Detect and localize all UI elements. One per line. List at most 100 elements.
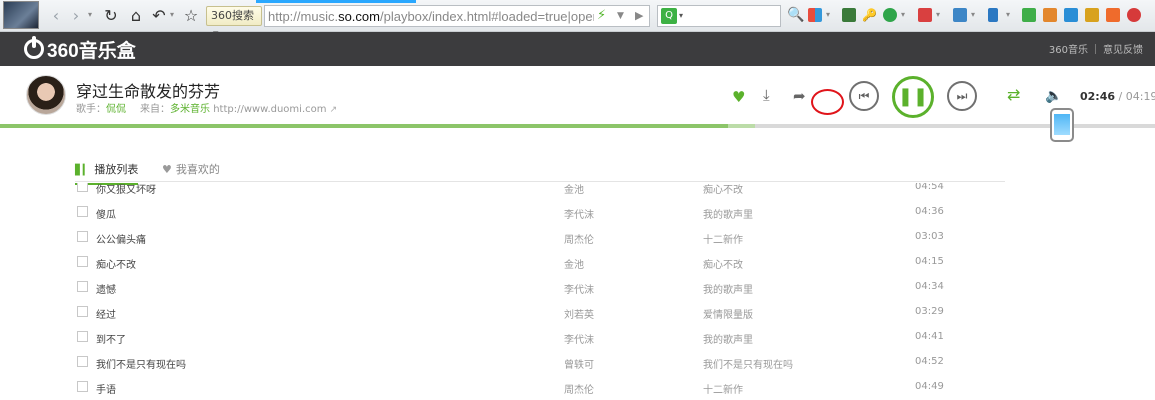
apps-icon[interactable]: [808, 8, 822, 22]
calculator-icon[interactable]: [842, 8, 856, 22]
share-icon[interactable]: ➦: [793, 88, 806, 104]
progress-bar[interactable]: [0, 124, 1155, 128]
link-360-music[interactable]: 360音乐: [1049, 41, 1088, 56]
song-name[interactable]: 公公偏头痛: [96, 231, 146, 246]
song-artist[interactable]: 李代沫: [564, 281, 594, 296]
undo-dropdown-icon[interactable]: ▾: [170, 10, 174, 19]
chevron-down-icon[interactable]: ▾: [679, 11, 683, 20]
row-checkbox[interactable]: [77, 231, 88, 242]
song-artist[interactable]: 金池: [564, 256, 584, 271]
row-checkbox[interactable]: [77, 206, 88, 217]
song-name[interactable]: 遗憾: [96, 281, 116, 296]
link-feedback[interactable]: 意见反馈: [1103, 41, 1143, 56]
song-artist[interactable]: 李代沫: [564, 206, 594, 221]
key-icon[interactable]: 🔑: [862, 6, 877, 24]
source-url[interactable]: http://www.duomi.com: [213, 104, 326, 115]
screenshot-icon[interactable]: [918, 8, 932, 22]
song-name[interactable]: 到不了: [96, 331, 126, 346]
song-album[interactable]: 痴心不改: [703, 256, 743, 271]
song-name[interactable]: 痴心不改: [96, 256, 136, 271]
search-engine-selector[interactable]: 360搜索▼: [206, 6, 262, 38]
undo-icon[interactable]: ↶: [150, 6, 168, 26]
mobile-icon[interactable]: [988, 8, 998, 22]
tab-playlist[interactable]: ▋▎ 播放列表: [75, 162, 139, 185]
song-album[interactable]: 我的歌声里: [703, 331, 753, 346]
external-link-icon[interactable]: ↗: [330, 105, 338, 115]
song-artist[interactable]: 周杰伦: [564, 231, 594, 246]
speed-mode-icon[interactable]: ⚡: [597, 8, 606, 23]
home-icon[interactable]: ⌂: [127, 6, 145, 26]
table-row[interactable]: 痴心不改 金池 痴心不改 04:15: [75, 250, 1005, 275]
row-checkbox[interactable]: [77, 331, 88, 342]
song-artist[interactable]: 李代沫: [564, 331, 594, 346]
song-name[interactable]: 手语: [96, 381, 116, 396]
song-name[interactable]: 我们不是只有现在吗: [96, 356, 186, 371]
table-row[interactable]: 经过 刘若英 爱情限量版 03:29: [75, 300, 1005, 325]
next-button[interactable]: ⏭: [947, 81, 977, 111]
tab-favorites[interactable]: ♥ 我喜欢的: [162, 162, 220, 178]
previous-button[interactable]: ⏮: [849, 81, 879, 111]
extension-icon-1[interactable]: [1022, 8, 1036, 22]
row-checkbox[interactable]: [77, 381, 88, 392]
mobile-dropdown-icon[interactable]: ▾: [1006, 10, 1010, 19]
singer-link[interactable]: 侃侃: [106, 104, 126, 115]
row-checkbox[interactable]: [77, 281, 88, 292]
phone-icon[interactable]: [1050, 108, 1074, 142]
table-row[interactable]: 遗憾 李代沫 我的歌声里 04:34: [75, 275, 1005, 300]
source-link[interactable]: 多米音乐: [170, 104, 210, 115]
row-checkbox[interactable]: [77, 183, 88, 192]
search-provider-icon[interactable]: Q: [661, 8, 677, 24]
extension-icon-6[interactable]: [1127, 8, 1141, 22]
url-dropdown-icon[interactable]: ▼: [617, 11, 624, 21]
apps-dropdown-icon[interactable]: ▾: [826, 10, 830, 19]
song-album[interactable]: 爱情限量版: [703, 306, 753, 321]
download-icon[interactable]: ⤓: [763, 87, 770, 103]
refresh-icon[interactable]: ↻: [102, 6, 120, 26]
table-row[interactable]: 你又狠又坏呀 金池 痴心不改 04:54: [75, 183, 1005, 200]
song-album[interactable]: 痴心不改: [703, 183, 743, 196]
pause-button[interactable]: ❚❚: [892, 76, 934, 118]
table-row[interactable]: 公公偏头痛 周杰伦 十二新作 03:03: [75, 225, 1005, 250]
song-name[interactable]: 经过: [96, 306, 116, 321]
search-icon[interactable]: 🔍: [787, 6, 804, 24]
song-name[interactable]: 你又狠又坏呀: [96, 183, 156, 196]
row-checkbox[interactable]: [77, 356, 88, 367]
song-album[interactable]: 十二新作: [703, 381, 743, 396]
like-heart-icon[interactable]: ♥: [732, 89, 745, 105]
forward-icon[interactable]: ›: [67, 6, 85, 26]
song-album[interactable]: 我们不是只有现在吗: [703, 356, 793, 371]
extension-icon-2[interactable]: [1043, 8, 1057, 22]
screenshot-dropdown-icon[interactable]: ▾: [936, 10, 940, 19]
app-logo[interactable]: 360音乐盒: [24, 36, 136, 62]
album-cover[interactable]: [26, 75, 66, 115]
song-artist[interactable]: 曾轶可: [564, 356, 594, 371]
song-album[interactable]: 我的歌声里: [703, 206, 753, 221]
song-name[interactable]: 傻瓜: [96, 206, 116, 221]
extension-icon-4[interactable]: [1085, 8, 1099, 22]
search-input[interactable]: Q ▾: [657, 5, 781, 27]
song-album[interactable]: 十二新作: [703, 231, 743, 246]
security-shield-icon[interactable]: [883, 8, 897, 22]
translate-icon[interactable]: [953, 8, 967, 22]
repeat-icon[interactable]: ⇄: [1007, 87, 1020, 103]
volume-icon[interactable]: 🔈: [1045, 88, 1062, 104]
table-row[interactable]: 手语 周杰伦 十二新作 04:49: [75, 375, 1005, 400]
extension-icon-5[interactable]: [1106, 8, 1120, 22]
song-album[interactable]: 我的歌声里: [703, 281, 753, 296]
profile-picture[interactable]: [3, 1, 39, 29]
row-checkbox[interactable]: [77, 306, 88, 317]
row-checkbox[interactable]: [77, 256, 88, 267]
table-row[interactable]: 我们不是只有现在吗 曾轶可 我们不是只有现在吗 04:52: [75, 350, 1005, 375]
favorite-star-icon[interactable]: ☆: [182, 6, 200, 26]
table-row[interactable]: 傻瓜 李代沫 我的歌声里 04:36: [75, 200, 1005, 225]
translate-dropdown-icon[interactable]: ▾: [971, 10, 975, 19]
table-row[interactable]: 到不了 李代沫 我的歌声里 04:41: [75, 325, 1005, 350]
shield-dropdown-icon[interactable]: ▾: [901, 10, 905, 19]
history-dropdown-icon[interactable]: ▾: [88, 10, 92, 19]
extension-icon-3[interactable]: [1064, 8, 1078, 22]
back-icon[interactable]: ‹: [47, 6, 65, 26]
song-artist[interactable]: 周杰伦: [564, 381, 594, 396]
song-artist[interactable]: 刘若英: [564, 306, 594, 321]
song-artist[interactable]: 金池: [564, 183, 584, 196]
url-text[interactable]: http://music.so.com/playbox/index.html#l…: [268, 8, 594, 25]
